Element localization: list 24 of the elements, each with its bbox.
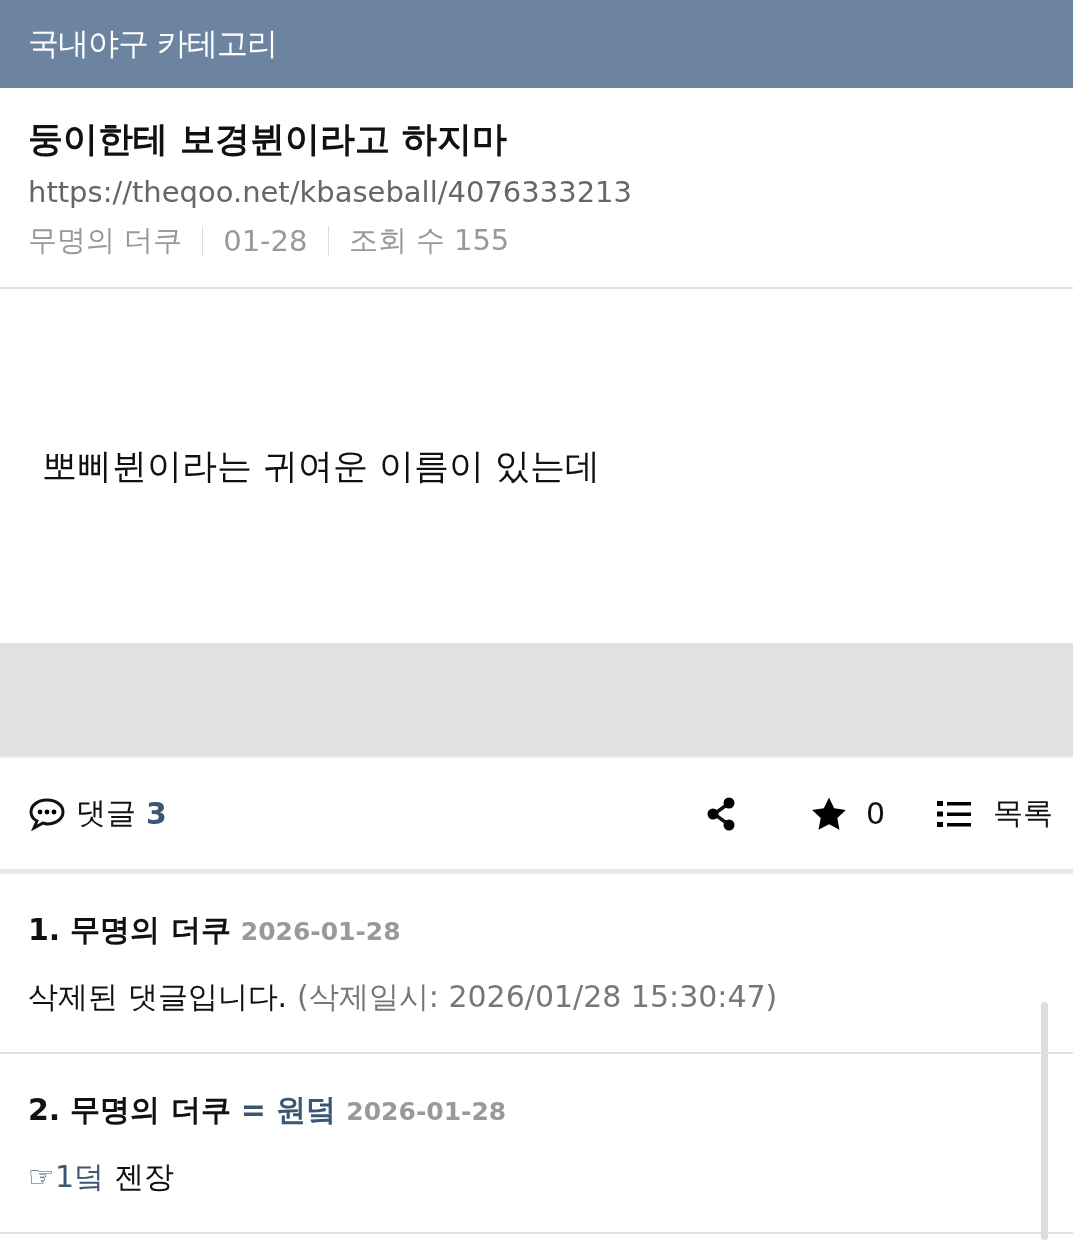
comment-number: 1. (28, 912, 61, 947)
post-meta: 조회 수 155 (348, 222, 510, 259)
comment-number: 2. (28, 1092, 61, 1127)
post-url: https://theqoo.net/kbaseball/4076333213 (28, 175, 633, 209)
comment-text: 젠장 (114, 1158, 174, 1196)
post-meta: 01-28 (223, 224, 308, 258)
list-icon (937, 799, 971, 828)
comments-button[interactable]: 댓글 3 (28, 793, 167, 834)
comment-author: 무명의 더쿠 (70, 1091, 231, 1129)
comment-date: 2026-01-28 (346, 1097, 507, 1126)
category-title: 국내야구 카테고리 (28, 24, 277, 63)
star-button[interactable]: 0 (809, 795, 885, 832)
comment-author: 무명의 더쿠 (70, 911, 231, 949)
author-tag: = 원덬 (240, 1090, 337, 1131)
post-title: 둥이한테 보경뷘이라고 하지마 (28, 118, 509, 161)
post-body: 뽀삐뷘이라는 귀여운 이름이 있는데 (42, 444, 601, 488)
deletion-note: (삭제일시: 2026/01/28 15:30:47) (297, 978, 778, 1016)
speech-bubble-icon (28, 796, 66, 831)
comment-text: 삭제된 댓글입니다. (28, 978, 288, 1016)
comment-date: 2026-01-28 (240, 917, 401, 946)
reply-link[interactable]: ☞1덬 (28, 1157, 104, 1198)
scrollbar[interactable] (1041, 1002, 1048, 1240)
list-button[interactable]: 목록 (937, 793, 1053, 834)
post-meta: 무명의 더쿠 (28, 222, 183, 259)
